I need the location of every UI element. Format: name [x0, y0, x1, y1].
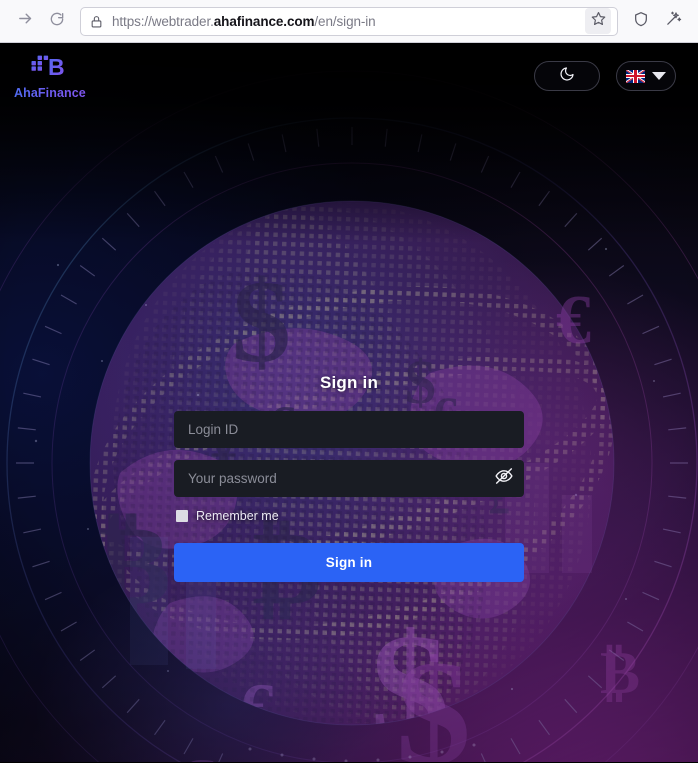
- remember-me-checkbox[interactable]: [176, 510, 188, 522]
- sign-in-button[interactable]: Sign in: [174, 543, 524, 582]
- brand-logo[interactable]: B AhaFinance: [14, 52, 86, 100]
- header-controls: [534, 61, 676, 91]
- remember-me-row[interactable]: Remember me: [174, 509, 524, 523]
- forward-arrow-icon: [17, 10, 34, 32]
- forward-button[interactable]: [10, 6, 40, 36]
- sign-in-page: $ $ € € ¥ ₿ ₿ £ $ €: [0, 43, 698, 762]
- remember-me-label: Remember me: [196, 509, 279, 523]
- password-visibility-toggle[interactable]: [484, 460, 524, 497]
- login-id-input[interactable]: [174, 411, 524, 448]
- eye-off-icon: [494, 466, 514, 491]
- login-id-field[interactable]: [174, 411, 524, 448]
- bookmark-button[interactable]: [585, 8, 611, 34]
- bitcoin-b-logo-icon: B: [31, 52, 69, 85]
- padlock-icon: [90, 14, 103, 29]
- site-header: B AhaFinance: [0, 43, 698, 109]
- star-icon: [591, 11, 606, 31]
- password-input[interactable]: [174, 460, 484, 497]
- sign-in-form: Sign in Remember me Sign in: [174, 373, 524, 582]
- url-prefix: https://webtrader.: [112, 13, 214, 29]
- page-title: Sign in: [319, 373, 379, 392]
- reload-button[interactable]: [42, 6, 72, 36]
- address-bar[interactable]: https://webtrader.ahafinance.com/en/sign…: [80, 6, 618, 36]
- tracking-protection-button[interactable]: [626, 6, 656, 36]
- chevron-down-icon: [652, 72, 666, 80]
- reload-icon: [49, 11, 65, 32]
- language-selector[interactable]: [616, 61, 676, 91]
- uk-flag-icon: [626, 69, 645, 83]
- browser-toolbar: https://webtrader.ahafinance.com/en/sign…: [0, 0, 698, 43]
- moon-icon: [559, 66, 575, 87]
- url-host: ahafinance.com: [213, 13, 315, 29]
- theme-toggle-button[interactable]: [534, 61, 600, 91]
- extension-button[interactable]: [658, 6, 688, 36]
- svg-text:B: B: [48, 54, 65, 80]
- sparkle-wand-icon: [665, 10, 682, 32]
- url-suffix: /en/sign-in: [314, 13, 376, 29]
- shield-icon: [633, 11, 649, 32]
- url-text: https://webtrader.ahafinance.com/en/sign…: [112, 14, 585, 29]
- password-field[interactable]: [174, 460, 524, 497]
- brand-name: AhaFinance: [14, 85, 86, 100]
